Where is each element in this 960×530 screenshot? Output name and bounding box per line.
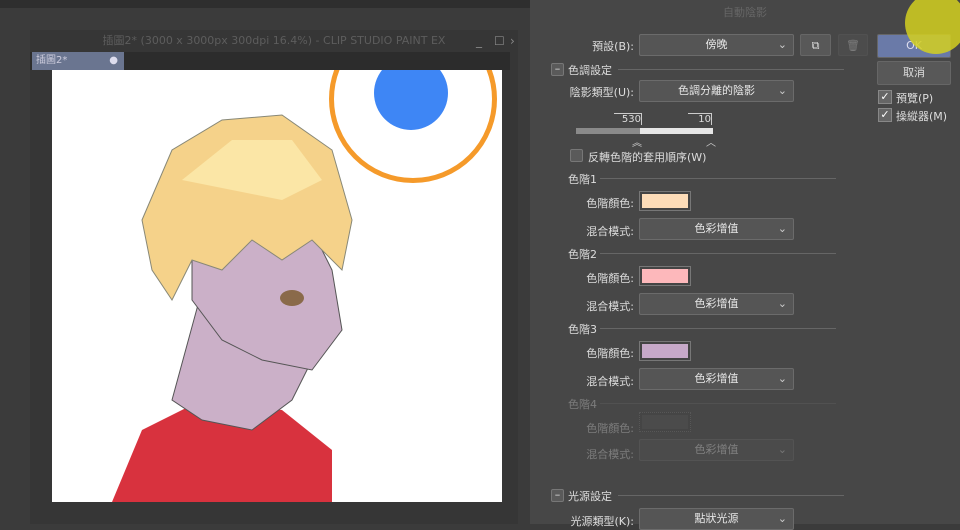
blend-mode-label: 混合模式:: [586, 448, 634, 461]
blend-mode-value: 色彩增值: [694, 372, 739, 385]
level-threshold-1[interactable]: 530: [614, 113, 642, 125]
chevron-down-icon: ⌄: [777, 84, 787, 97]
cancel-button[interactable]: 取消: [877, 61, 951, 85]
minimize-button[interactable]: _: [476, 34, 482, 48]
blend-mode-value: 色彩增值: [694, 222, 739, 235]
divider: [600, 328, 836, 329]
manipulator-checkbox[interactable]: ✓: [878, 108, 892, 122]
level-slider-track-dark[interactable]: [576, 128, 640, 134]
level-slider-track-light[interactable]: [640, 128, 713, 134]
chevron-down-icon: ⌄: [777, 512, 787, 525]
blend-mode-value: 色彩增值: [694, 297, 739, 310]
light-type-select[interactable]: 點狀光源 ⌄: [639, 508, 794, 530]
preview-label: 預覽(P): [896, 92, 934, 105]
auto-shadow-dialog: 自動陰影 預設(B): 傍晚⌄ ⧉ 🗑 OK 取消 ✓ 預覽(P) ✓ 操縱器(…: [530, 0, 960, 530]
divider: [600, 253, 836, 254]
preset-select[interactable]: 傍晚 ⌄: [639, 34, 794, 56]
dialog-title: 自動陰影: [723, 6, 767, 19]
light-section-title: 光源設定: [568, 490, 612, 503]
preview-checkbox[interactable]: ✓: [878, 90, 892, 104]
level-title: 色階1: [568, 173, 597, 186]
tab-close-dot[interactable]: ●: [109, 52, 118, 70]
preset-label: 預設(B):: [592, 40, 634, 53]
chevron-down-icon: ⌄: [777, 372, 787, 385]
trash-icon: 🗑: [846, 39, 860, 52]
light-type-value: 點狀光源: [694, 512, 739, 525]
light-type-label: 光源類型(K):: [570, 515, 634, 528]
divider: [600, 178, 836, 179]
blend-mode-label: 混合模式:: [586, 225, 634, 238]
delete-preset-button[interactable]: 🗑: [838, 34, 868, 56]
blend-mode-select[interactable]: 色彩增值 ⌄: [639, 293, 794, 315]
level-title: 色階3: [568, 323, 597, 336]
divider: [618, 69, 844, 70]
level-color-label: 色階顏色:: [586, 347, 634, 360]
add-preset-button[interactable]: ⧉: [800, 34, 831, 56]
canvas-window: 插圖2* (3000 x 3000px 300dpi 16.4%) - CLIP…: [30, 30, 518, 524]
tone-section-title: 色調設定: [568, 64, 612, 77]
divider: [600, 403, 836, 404]
slider-handle-icon[interactable]: ︽: [632, 134, 642, 149]
shadow-type-select[interactable]: 色調分離的陰影 ⌄: [639, 80, 794, 102]
window-title: 插圖2* (3000 x 3000px 300dpi 16.4%) - CLIP…: [102, 34, 446, 47]
tab-bar: 插圖2* ●: [30, 52, 510, 70]
level-color-label: 色階顏色:: [586, 197, 634, 210]
shadow-type-value: 色調分離的陰影: [678, 84, 755, 97]
chevron-down-icon: ⌄: [777, 443, 787, 456]
level-color-label: 色階顏色:: [586, 422, 634, 435]
maximize-button[interactable]: ☐: [494, 34, 505, 48]
blend-mode-select[interactable]: 色彩增值 ⌄: [639, 439, 794, 461]
tab-illustration[interactable]: 插圖2* ●: [32, 52, 124, 70]
blend-mode-value: 色彩增值: [694, 443, 739, 456]
collapse-tone-button[interactable]: –: [551, 63, 564, 76]
slider-handle-icon[interactable]: ︿: [706, 134, 716, 149]
level-color-swatch[interactable]: [639, 412, 691, 432]
reverse-checkbox[interactable]: [570, 149, 583, 162]
chevron-down-icon: ⌄: [777, 222, 787, 235]
divider: [618, 495, 844, 496]
level-color-swatch[interactable]: [639, 191, 691, 211]
level-color-swatch[interactable]: [639, 266, 691, 286]
preset-value: 傍晚: [705, 38, 728, 51]
level-threshold-2[interactable]: 10: [688, 113, 712, 125]
level-title: 色階2: [568, 248, 597, 261]
more-button[interactable]: ›: [510, 34, 515, 48]
collapse-light-button[interactable]: –: [551, 489, 564, 502]
blend-mode-label: 混合模式:: [586, 375, 634, 388]
drawing-canvas[interactable]: [52, 70, 502, 502]
blend-mode-select[interactable]: 色彩增值 ⌄: [639, 368, 794, 390]
chevron-down-icon: ⌄: [777, 38, 787, 51]
level-title: 色階4: [568, 398, 597, 411]
tab-label: 插圖2*: [36, 55, 68, 66]
chevron-down-icon: ⌄: [777, 297, 787, 310]
reverse-label: 反轉色階的套用順序(W): [588, 151, 707, 164]
manipulator-label: 操縱器(M): [896, 110, 948, 123]
shadow-type-label: 陰影類型(U):: [569, 86, 634, 99]
level-color-swatch[interactable]: [639, 341, 691, 361]
level-color-label: 色階顏色:: [586, 272, 634, 285]
blend-mode-label: 混合模式:: [586, 300, 634, 313]
blend-mode-select[interactable]: 色彩增值 ⌄: [639, 218, 794, 240]
add-preset-icon: ⧉: [811, 39, 820, 52]
